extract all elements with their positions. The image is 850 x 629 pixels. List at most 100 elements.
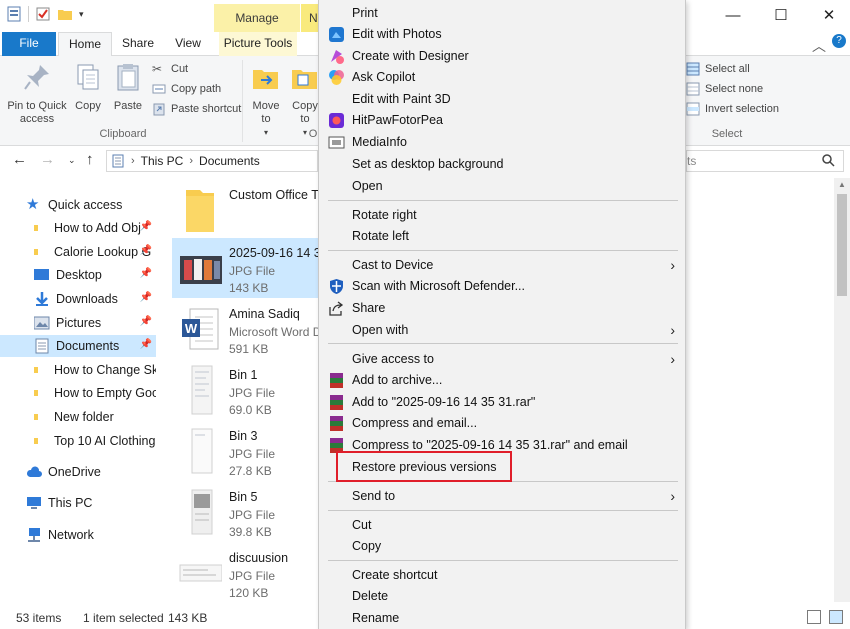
scrollbar-thumb[interactable] — [837, 194, 847, 296]
nav-top-10-ai-clothing[interactable]: Top 10 AI Clothing G — [0, 430, 156, 452]
tab-view[interactable]: View — [166, 32, 210, 56]
maximize-button[interactable]: ☐ — [758, 0, 804, 32]
list-item[interactable]: W Amina Sadiq Microsoft Word D 591 KB — [172, 299, 322, 359]
breadcrumb-documents[interactable]: Documents — [199, 154, 260, 168]
new-folder-icon[interactable] — [57, 6, 73, 22]
menu-item-cut[interactable]: Cut — [319, 515, 685, 536]
forward-arrow-icon[interactable]: → — [40, 151, 55, 168]
pin-icon[interactable]: 📌 — [138, 221, 152, 232]
collapse-ribbon-icon[interactable]: ︿ — [812, 36, 826, 56]
submenu-arrow-icon: › — [670, 257, 675, 273]
vertical-scrollbar[interactable]: ▲ — [834, 178, 850, 602]
nav-pictures[interactable]: Pictures 📌 — [0, 312, 156, 334]
pin-icon[interactable]: 📌 — [138, 268, 152, 279]
menu-item-rotate-left[interactable]: Rotate left — [319, 226, 685, 247]
close-button[interactable]: ✕ — [806, 0, 850, 32]
tab-share[interactable]: Share — [114, 32, 162, 56]
tab-home[interactable]: Home — [58, 32, 112, 57]
menu-item-label: Edit with Paint 3D — [352, 92, 451, 106]
hitpaw-icon — [329, 113, 344, 128]
nav-this-pc[interactable]: This PC — [0, 492, 156, 514]
menu-item-copy[interactable]: Copy — [319, 536, 685, 557]
nav-quick-access[interactable]: ★ Quick access — [0, 194, 156, 216]
select-all-button[interactable]: Select all — [686, 60, 750, 78]
nav-how-to-add-obj[interactable]: How to Add Obj 📌 — [0, 217, 156, 239]
back-arrow-icon[interactable]: ← — [12, 151, 27, 168]
scroll-up-icon[interactable]: ▲ — [838, 180, 846, 189]
recent-locations-chevron-icon[interactable]: ⌄ — [68, 155, 76, 166]
menu-item-add-to-archive[interactable]: Add to archive... — [319, 370, 685, 391]
copy-ribbon-button[interactable]: Copy — [70, 62, 106, 113]
large-icons-view-icon[interactable] — [829, 610, 843, 624]
breadcrumb-chevron-icon[interactable]: › — [189, 155, 193, 167]
customize-toolbar-icon[interactable]: ▾ — [79, 9, 84, 20]
list-item[interactable]: Bin 1 JPG File 69.0 KB — [172, 360, 322, 420]
paste-button[interactable]: Paste — [110, 62, 146, 113]
minimize-button[interactable]: — — [710, 0, 756, 32]
menu-item-set-as-desktop-background[interactable]: Set as desktop background — [319, 154, 685, 175]
cut-ribbon-button[interactable]: ✂ Cut — [152, 60, 188, 78]
menu-item-hitpawfotorpea[interactable]: HitPawFotorPea — [319, 110, 685, 131]
move-to-button[interactable]: Move to ▾ — [248, 62, 284, 139]
nav-network[interactable]: Network — [0, 524, 156, 546]
menu-item-label: Rotate left — [352, 229, 409, 243]
search-box[interactable]: ts — [686, 150, 844, 172]
nav-onedrive[interactable]: OneDrive — [0, 461, 156, 483]
menu-item-scan-with-defender[interactable]: Scan with Microsoft Defender... — [319, 276, 685, 297]
up-arrow-icon[interactable]: ↑ — [86, 151, 94, 168]
select-none-button[interactable]: Select none — [686, 80, 763, 98]
explorer-app-icon[interactable] — [6, 6, 22, 22]
menu-item-label: Share — [352, 301, 386, 315]
menu-item-cast-to-device[interactable]: Cast to Device › — [319, 255, 685, 276]
list-item[interactable]: discuusion JPG File 120 KB — [172, 543, 322, 602]
properties-icon[interactable] — [35, 6, 51, 22]
menu-item-compress-and-email[interactable]: Compress and email... — [319, 413, 685, 434]
pin-icon[interactable]: 📌 — [137, 339, 152, 350]
address-bar[interactable]: › This PC › Documents — [106, 150, 318, 172]
menu-item-delete[interactable]: Delete — [319, 586, 685, 607]
menu-item-edit-with-paint-3d[interactable]: Edit with Paint 3D — [319, 89, 685, 110]
menu-item-create-shortcut[interactable]: Create shortcut — [319, 565, 685, 586]
list-item-selected[interactable]: 2025-09-16 14 3 JPG File 143 KB — [172, 238, 322, 298]
image-thumbnail-icon — [191, 428, 213, 474]
pin-icon[interactable]: 📌 — [138, 316, 152, 327]
menu-item-mediainfo[interactable]: MediaInfo — [319, 132, 685, 153]
tab-file[interactable]: File — [2, 32, 56, 56]
tab-picture-tools[interactable]: Picture Tools — [219, 32, 297, 56]
nav-new-folder[interactable]: New folder — [0, 406, 156, 428]
search-icon[interactable] — [821, 153, 835, 167]
nav-how-to-change-skin[interactable]: How to Change Skir — [0, 359, 156, 381]
breadcrumb-this-pc[interactable]: This PC — [141, 154, 184, 168]
nav-downloads[interactable]: Downloads 📌 — [0, 288, 156, 310]
menu-item-create-with-designer[interactable]: Create with Designer — [319, 46, 685, 67]
menu-item-give-access-to[interactable]: Give access to › — [319, 349, 685, 370]
menu-item-send-to[interactable]: Send to › — [319, 486, 685, 507]
menu-item-ask-copilot[interactable]: Ask Copilot — [319, 67, 685, 88]
pin-icon[interactable]: 📌 — [138, 292, 152, 303]
menu-item-rotate-right[interactable]: Rotate right — [319, 205, 685, 226]
menu-item-edit-with-photos[interactable]: Edit with Photos — [319, 24, 685, 45]
nav-desktop[interactable]: Desktop 📌 — [0, 264, 156, 286]
details-view-icon[interactable] — [807, 610, 821, 624]
menu-item-share[interactable]: Share — [319, 298, 685, 319]
help-icon[interactable]: ? — [832, 34, 846, 48]
menu-item-open-with[interactable]: Open with › — [319, 320, 685, 341]
menu-item-add-to-rar[interactable]: Add to "2025-09-16 14 35 31.rar" — [319, 392, 685, 413]
nav-how-to-empty-goog[interactable]: How to Empty Goog — [0, 382, 156, 404]
nav-label: Downloads — [56, 292, 118, 306]
list-item[interactable]: Custom Office Te — [172, 180, 322, 240]
menu-item-print[interactable]: Print — [319, 3, 685, 24]
nav-documents[interactable]: Documents 📌 — [0, 335, 156, 357]
list-item[interactable]: Bin 3 JPG File 27.8 KB — [172, 421, 322, 481]
menu-item-open[interactable]: Open — [319, 176, 685, 197]
menu-item-rename[interactable]: Rename — [319, 608, 685, 629]
breadcrumb-chevron-icon[interactable]: › — [131, 155, 135, 167]
nav-calorie-lookup[interactable]: Calorie Lookup G 📌 — [0, 241, 156, 263]
paste-shortcut-button[interactable]: Paste shortcut — [152, 100, 241, 118]
pin-quick-access-button[interactable]: Pin to Quick access — [6, 62, 68, 126]
tab-manage[interactable]: Manage — [214, 4, 300, 32]
pin-icon[interactable]: 📌 — [138, 245, 152, 256]
list-item[interactable]: Bin 5 JPG File 39.8 KB — [172, 482, 322, 542]
copy-path-button[interactable]: Copy path — [152, 80, 221, 98]
invert-selection-button[interactable]: Invert selection — [686, 100, 779, 118]
